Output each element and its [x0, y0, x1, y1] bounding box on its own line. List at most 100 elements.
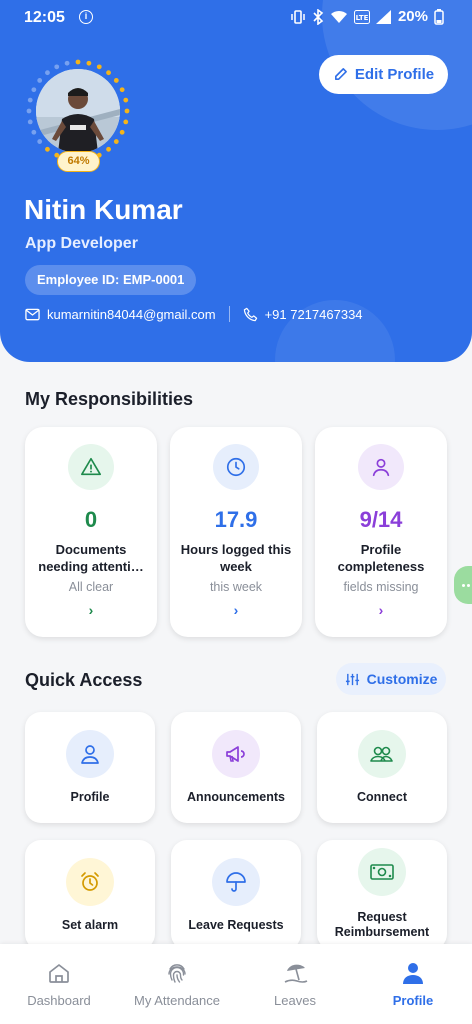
responsibility-card-hours[interactable]: 17.9 Hours logged this week this week › — [170, 427, 302, 637]
home-icon — [49, 964, 69, 983]
completion-ring-dot — [106, 70, 111, 76]
email-contact[interactable]: kumarnitin84044@gmail.com — [25, 307, 216, 322]
customize-button[interactable]: Customize — [336, 663, 446, 695]
pencil-icon — [334, 68, 347, 80]
nav-label: My Attendance — [134, 993, 220, 1008]
phone-text: +91 7217467334 — [264, 306, 363, 322]
completion-ring-dot — [86, 60, 92, 66]
completion-ring-dot — [123, 119, 129, 125]
alarm-clock-icon — [66, 858, 114, 906]
sliders-icon — [345, 673, 359, 685]
responsibility-label: Profile completeness — [337, 542, 425, 574]
quick-access-label: Connect — [357, 790, 407, 804]
clock-icon — [213, 444, 259, 490]
profile-header: 12:05 i LTE 20% Edit Profile 64% Nitin K… — [0, 0, 472, 362]
status-bar: 12:05 i LTE 20% — [0, 0, 472, 36]
completion-ring-dot — [75, 59, 81, 65]
quick-access-leave-requests[interactable]: Leave Requests — [171, 840, 301, 950]
quick-access-set-alarm[interactable]: Set alarm — [25, 840, 155, 950]
completion-ring-dot — [45, 70, 50, 76]
responsibilities-title: My Responsibilities — [25, 389, 194, 409]
profile-role: App Developer — [25, 235, 138, 252]
bottom-navigation: Dashboard My Attendance Leaves Profile — [0, 944, 472, 1024]
completion-ring-dot — [64, 60, 70, 66]
completion-ring-dot — [27, 97, 33, 103]
beach-umbrella-icon — [284, 964, 308, 983]
completion-ring-dot — [31, 129, 37, 135]
quick-access-connect[interactable]: Connect — [317, 712, 447, 823]
quick-access-label: Request Reimbursement — [334, 910, 430, 939]
completion-ring-dot — [113, 139, 119, 144]
floating-side-handle[interactable] — [454, 566, 472, 604]
quick-access-reimbursement[interactable]: Request Reimbursement — [317, 840, 447, 950]
completion-ring-dot — [106, 146, 111, 152]
completion-ring-dot — [124, 108, 130, 114]
umbrella-icon — [212, 858, 260, 906]
phone-contact[interactable]: +91 7217467334 — [243, 307, 363, 322]
quick-access-label: Announcements — [187, 790, 285, 804]
user-filled-icon — [403, 963, 423, 984]
responsibility-label: Hours logged this week — [180, 542, 292, 574]
completion-ring-dot — [54, 64, 60, 70]
completion-ring-dot — [113, 78, 119, 83]
quick-access-announcements[interactable]: Announcements — [171, 712, 301, 823]
responsibility-label: Documents needing attenti… — [38, 542, 144, 574]
user-icon — [358, 444, 404, 490]
nav-label: Leaves — [274, 993, 316, 1008]
employee-id-badge: Employee ID: EMP-0001 — [25, 265, 197, 295]
battery-icon — [434, 8, 444, 25]
quick-access-label: Profile — [70, 790, 110, 804]
contact-row: kumarnitin84044@gmail.com +91 7217467334 — [25, 306, 363, 322]
bluetooth-icon — [313, 8, 324, 25]
wifi-icon — [330, 10, 347, 23]
quick-access-label: Set alarm — [61, 918, 119, 932]
svg-text:LTE: LTE — [356, 14, 369, 22]
profile-completion-badge: 64% — [57, 151, 100, 172]
chevron-right-icon: › — [378, 602, 384, 618]
info-icon: i — [79, 10, 93, 24]
completion-ring-dot — [119, 129, 125, 135]
completion-ring-dot — [119, 87, 125, 93]
customize-label: Customize — [366, 671, 438, 687]
fingerprint-icon — [168, 964, 186, 983]
responsibility-value: 0 — [84, 507, 98, 532]
avatar[interactable] — [36, 69, 120, 153]
battery-percent: 20% — [397, 8, 428, 25]
nav-my-attendance[interactable]: My Attendance — [118, 944, 236, 1024]
nav-profile[interactable]: Profile — [354, 944, 472, 1024]
quick-access-label: Leave Requests — [188, 918, 284, 932]
profile-name: Nitin Kumar — [24, 194, 183, 225]
megaphone-icon — [212, 730, 260, 778]
mail-icon — [25, 308, 40, 320]
responsibility-subtext: fields missing — [343, 580, 419, 594]
completion-ring-dot — [37, 139, 43, 144]
warning-icon — [68, 444, 114, 490]
nav-dashboard[interactable]: Dashboard — [0, 944, 118, 1024]
completion-ring-dot — [26, 108, 32, 114]
cash-icon — [358, 848, 406, 896]
responsibility-card-profile[interactable]: 9/14 Profile completeness fields missing… — [315, 427, 447, 637]
quick-access-title: Quick Access — [25, 670, 143, 690]
signal-icon — [375, 9, 391, 24]
nav-leaves[interactable]: Leaves — [236, 944, 354, 1024]
edit-profile-button[interactable]: Edit Profile — [319, 55, 448, 94]
divider — [228, 306, 230, 322]
responsibility-value: 17.9 — [214, 507, 258, 532]
vibrate-icon — [291, 9, 305, 24]
email-text: kumarnitin84044@gmail.com — [47, 306, 216, 322]
responsibility-card-documents[interactable]: 0 Documents needing attenti… All clear › — [25, 427, 157, 637]
chevron-right-icon: › — [233, 602, 239, 618]
quick-access-profile[interactable]: Profile — [25, 712, 155, 823]
volte-icon: LTE — [353, 9, 370, 24]
completion-ring-dot — [27, 119, 33, 125]
chevron-right-icon: › — [88, 602, 94, 618]
completion-ring-dot — [45, 146, 50, 152]
edit-profile-label: Edit Profile — [354, 66, 435, 83]
user-icon — [66, 730, 114, 778]
completion-ring-dot — [31, 87, 37, 93]
avatar-photo — [36, 69, 120, 153]
nav-label: Dashboard — [27, 993, 91, 1008]
completion-ring-dot — [37, 78, 43, 83]
users-icon — [358, 730, 406, 778]
responsibility-subtext: this week — [209, 580, 263, 594]
